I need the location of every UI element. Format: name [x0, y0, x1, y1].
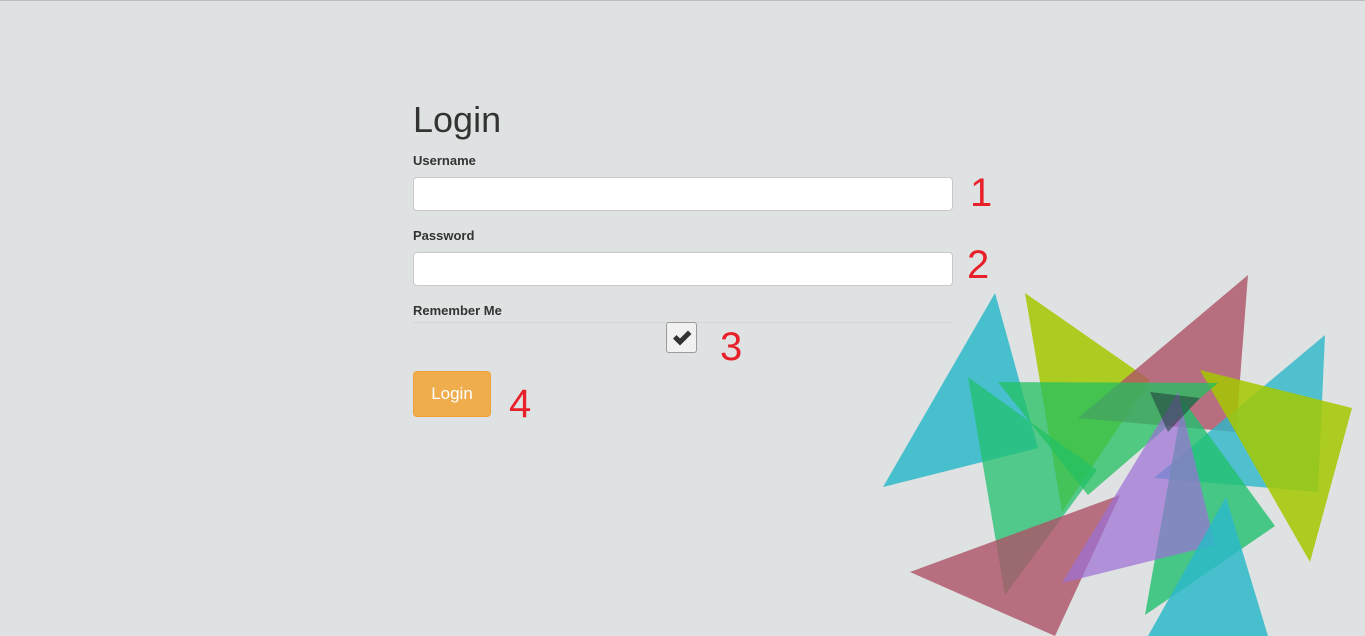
login-button[interactable]: Login	[413, 371, 491, 417]
username-input[interactable]	[413, 177, 953, 211]
password-label: Password	[413, 228, 475, 243]
annotation-2: 2	[967, 243, 990, 287]
top-border	[0, 0, 1365, 1]
annotation-3: 3	[720, 325, 743, 369]
username-label: Username	[413, 153, 476, 168]
remember-me-label: Remember Me	[413, 303, 502, 318]
page-title: Login	[413, 99, 502, 140]
remember-me-checkbox[interactable]	[666, 322, 697, 353]
remember-me-row	[413, 322, 953, 357]
annotation-4: 4	[509, 382, 532, 426]
checkmark-icon	[672, 330, 691, 345]
annotation-1: 1	[970, 171, 993, 215]
password-input[interactable]	[413, 252, 953, 286]
login-form: Login Username Password Remember Me Logi…	[413, 98, 953, 417]
